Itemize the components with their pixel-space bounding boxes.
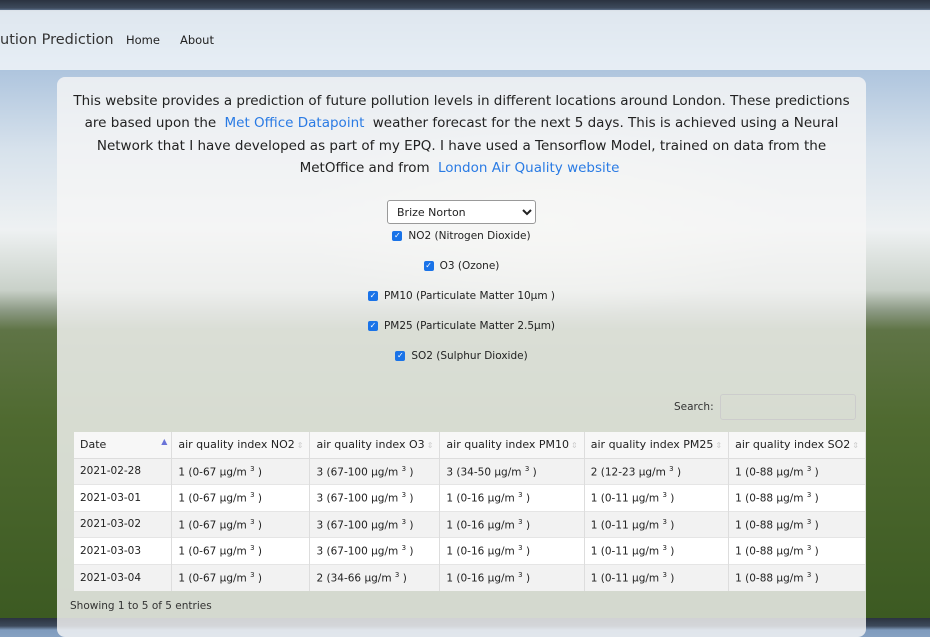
table-cell: 1 (0-88 µg/m 3 ) xyxy=(728,510,866,538)
table-row: 2021-03-03 1 (0-67 µg/m 3 ) 3 (67-100 µg/m… xyxy=(74,537,866,564)
sort-asc-icon: ▲ xyxy=(161,437,168,446)
table-cell: 1 (0-16 µg/m 3 ) xyxy=(439,563,585,591)
content-panel: This website provides a prediction of fu… xyxy=(57,77,866,637)
table-row: 2021-03-02 1 (0-67 µg/m 3 ) 3 (67-100 µg/m… xyxy=(74,510,866,538)
search-input[interactable] xyxy=(719,394,856,420)
table-row: 2021-03-04 1 (0-67 µg/m 3 ) 2 (34-66 µg/m … xyxy=(74,563,866,591)
table-cell: 1 (0-88 µg/m 3 ) xyxy=(728,457,866,485)
london-air-link[interactable]: London Air Quality website xyxy=(434,160,623,176)
table-cell: 2021-03-02 xyxy=(74,510,173,538)
table-cell: 1 (0-11 µg/m 3 ) xyxy=(584,563,730,591)
table-row: 2021-02-28 1 (0-67 µg/m 3 ) 3 (67-100 µg/m… xyxy=(74,457,866,485)
predictions-table: Date ▲ air quality index NO2 ⇕ air quality i… xyxy=(74,432,866,591)
header-label: air quality index O3 xyxy=(316,438,425,452)
column-header[interactable]: air quality index NO2 ⇕ xyxy=(171,432,311,459)
met-office-link[interactable]: Met Office Datapoint xyxy=(221,115,369,131)
column-header[interactable]: air quality index PM10 ⇕ xyxy=(439,432,585,459)
search: Search: xyxy=(674,394,856,420)
table-cell: 2021-03-01 xyxy=(74,484,173,511)
nav-home[interactable]: Home xyxy=(126,33,160,47)
sort-icon: ⇕ xyxy=(296,441,304,451)
table-cell: 2021-02-28 xyxy=(74,457,173,485)
header-label: air quality index PM25 xyxy=(590,438,714,452)
navbar: ution Prediction Home About xyxy=(0,10,930,70)
table-cell: 1 (0-67 µg/m 3 ) xyxy=(171,510,311,538)
table-cell: 1 (0-67 µg/m 3 ) xyxy=(171,537,311,564)
table-cell: 2021-03-03 xyxy=(74,537,173,564)
table-cell: 3 (67-100 µg/m 3 ) xyxy=(309,484,441,511)
table-cell: 1 (0-88 µg/m 3 ) xyxy=(728,484,866,511)
sort-icon: ⇕ xyxy=(426,441,434,451)
pollutant-label: NO2 (Nitrogen Dioxide) xyxy=(408,230,531,242)
table-cell: 1 (0-88 µg/m 3 ) xyxy=(728,537,866,564)
header-label: air quality index SO2 xyxy=(735,438,851,452)
table-cell: 3 (67-100 µg/m 3 ) xyxy=(309,510,441,538)
table-row: 2021-03-01 1 (0-67 µg/m 3 ) 3 (67-100 µg/m… xyxy=(74,484,866,511)
pollutant-label: O3 (Ozone) xyxy=(439,260,500,272)
pollutant-label: SO2 (Sulphur Dioxide) xyxy=(411,350,528,362)
table-cell: 2 (34-66 µg/m 3 ) xyxy=(309,563,441,591)
pollutant-checkbox[interactable]: ✓ NO2 (Nitrogen Dioxide) xyxy=(57,230,866,242)
table-cell: 1 (0-11 µg/m 3 ) xyxy=(584,484,730,511)
table-cell: 1 (0-11 µg/m 3 ) xyxy=(584,537,730,564)
column-header[interactable]: air quality index O3 ⇕ xyxy=(309,432,441,459)
intro-text: This website provides a prediction of fu… xyxy=(57,90,866,179)
pollutant-checkbox[interactable]: ✓ PM25 (Particulate Matter 2.5µm) xyxy=(57,320,866,332)
header-label: Date xyxy=(80,438,107,452)
pollutant-checkbox[interactable]: ✓ O3 (Ozone) xyxy=(57,260,866,272)
pollutant-checkbox[interactable]: ✓ SO2 (Sulphur Dioxide) xyxy=(57,350,866,362)
table-cell: 1 (0-67 µg/m 3 ) xyxy=(171,563,311,591)
table-cell: 2 (12-23 µg/m 3 ) xyxy=(584,457,730,485)
table-cell: 1 (0-88 µg/m 3 ) xyxy=(728,563,866,591)
table-cell: 3 (67-100 µg/m 3 ) xyxy=(309,537,441,564)
table-cell: 3 (34-50 µg/m 3 ) xyxy=(439,457,585,485)
column-header[interactable]: air quality index PM25 ⇕ xyxy=(584,432,730,459)
header-label: air quality index NO2 xyxy=(178,438,295,452)
checkbox-icon[interactable]: ✓ xyxy=(395,351,406,361)
checkbox-icon[interactable]: ✓ xyxy=(367,321,378,331)
checkbox-icon[interactable]: ✓ xyxy=(367,291,378,301)
sort-icon: ⇕ xyxy=(715,441,723,451)
table-cell: 1 (0-67 µg/m 3 ) xyxy=(171,457,311,485)
column-header[interactable]: air quality index SO2 ⇕ xyxy=(728,432,866,459)
table-cell: 3 (67-100 µg/m 3 ) xyxy=(309,457,441,485)
nav-about[interactable]: About xyxy=(180,33,214,47)
checkbox-icon[interactable]: ✓ xyxy=(423,261,434,271)
location-select[interactable]: Brize Norton xyxy=(387,200,536,224)
table-cell: 1 (0-67 µg/m 3 ) xyxy=(171,484,311,511)
pollutant-label: PM10 (Particulate Matter 10µm ) xyxy=(383,290,556,302)
sort-icon: ⇕ xyxy=(571,441,578,451)
table-info: Showing 1 to 5 of 5 entries xyxy=(70,600,212,612)
pollutant-label: PM25 (Particulate Matter 2.5µm) xyxy=(383,320,556,332)
header-label: air quality index PM10 xyxy=(446,438,570,452)
table-cell: 1 (0-11 µg/m 3 ) xyxy=(584,510,730,538)
pollutant-checkbox[interactable]: ✓ PM10 (Particulate Matter 10µm ) xyxy=(57,290,866,302)
table-cell: 1 (0-16 µg/m 3 ) xyxy=(439,484,585,511)
checkbox-icon[interactable]: ✓ xyxy=(392,231,403,241)
brand[interactable]: ution Prediction xyxy=(0,32,126,48)
table-cell: 1 (0-16 µg/m 3 ) xyxy=(439,537,585,564)
table-cell: 2021-03-04 xyxy=(74,563,173,591)
sort-icon: ⇕ xyxy=(852,441,859,451)
search-label: Search: xyxy=(674,401,714,413)
column-header[interactable]: Date ▲ xyxy=(74,432,173,459)
table-cell: 1 (0-16 µg/m 3 ) xyxy=(439,510,585,538)
